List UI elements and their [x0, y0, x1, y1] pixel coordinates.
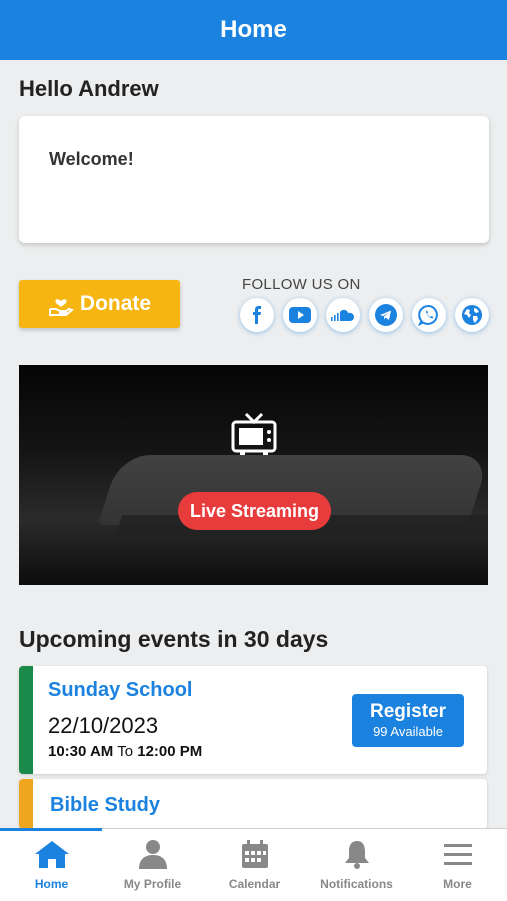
- user-icon: [138, 840, 167, 869]
- event-name: Bible Study: [50, 794, 161, 816]
- live-streaming-button[interactable]: Live Streaming: [178, 492, 331, 530]
- follow-us-label: FOLLOW US ON: [242, 276, 361, 293]
- event-name: Sunday School: [48, 679, 193, 701]
- donate-label: Donate: [79, 292, 152, 315]
- page-title: Home: [220, 16, 287, 43]
- live-streaming-banner[interactable]: Live Streaming: [19, 365, 488, 585]
- event-card[interactable]: Sunday School 22/10/2023 10:30 AM To 12:…: [19, 666, 487, 774]
- event-card[interactable]: Bible Study: [19, 779, 487, 829]
- tab-label: More: [443, 877, 472, 891]
- telegram-icon[interactable]: [369, 298, 403, 332]
- event-start-time: 10:30 AM: [48, 743, 114, 760]
- tab-label: Home: [34, 877, 69, 891]
- active-tab-indicator: [0, 828, 102, 831]
- bottom-tab-bar: Home My Profile Calendar Notifications M…: [0, 828, 507, 901]
- event-color-bar: [19, 666, 33, 774]
- tab-home[interactable]: Home: [1, 839, 102, 891]
- youtube-icon[interactable]: [283, 298, 317, 332]
- globe-icon[interactable]: [455, 298, 489, 332]
- tab-notifications[interactable]: Notifications: [306, 839, 407, 891]
- availability-label: 99 Available: [373, 724, 443, 739]
- calendar-icon: [241, 840, 268, 868]
- tab-label: My Profile: [123, 877, 182, 891]
- tab-my-profile[interactable]: My Profile: [102, 839, 203, 891]
- app-header: Home: [0, 0, 507, 60]
- event-date: 22/10/2023: [48, 713, 159, 738]
- bell-icon: [344, 841, 369, 869]
- register-button[interactable]: Register 99 Available: [352, 694, 464, 747]
- greeting-text: Hello Andrew: [19, 76, 159, 101]
- facebook-icon[interactable]: [240, 298, 274, 332]
- register-label: Register: [369, 701, 447, 722]
- tab-label: Notifications: [320, 877, 393, 891]
- tv-icon: [231, 412, 277, 455]
- tab-calendar[interactable]: Calendar: [204, 839, 305, 891]
- event-color-bar: [19, 779, 33, 829]
- tab-label: Calendar: [228, 877, 281, 891]
- home-icon: [34, 841, 69, 868]
- tab-more[interactable]: More: [407, 839, 507, 891]
- donate-button[interactable]: Donate: [19, 280, 180, 328]
- event-time-separator: To: [117, 743, 134, 760]
- soundcloud-icon[interactable]: [326, 298, 360, 332]
- menu-icon: [443, 844, 472, 865]
- social-links: [240, 298, 489, 332]
- events-title: Upcoming events in 30 days: [19, 626, 329, 652]
- donate-hand-heart-icon: [48, 299, 74, 316]
- whatsapp-icon[interactable]: [412, 298, 446, 332]
- welcome-text: Welcome!: [49, 149, 134, 169]
- event-time: 10:30 AM To 12:00 PM: [48, 743, 202, 760]
- event-end-time: 12:00 PM: [137, 743, 203, 760]
- welcome-card: Welcome!: [19, 116, 489, 243]
